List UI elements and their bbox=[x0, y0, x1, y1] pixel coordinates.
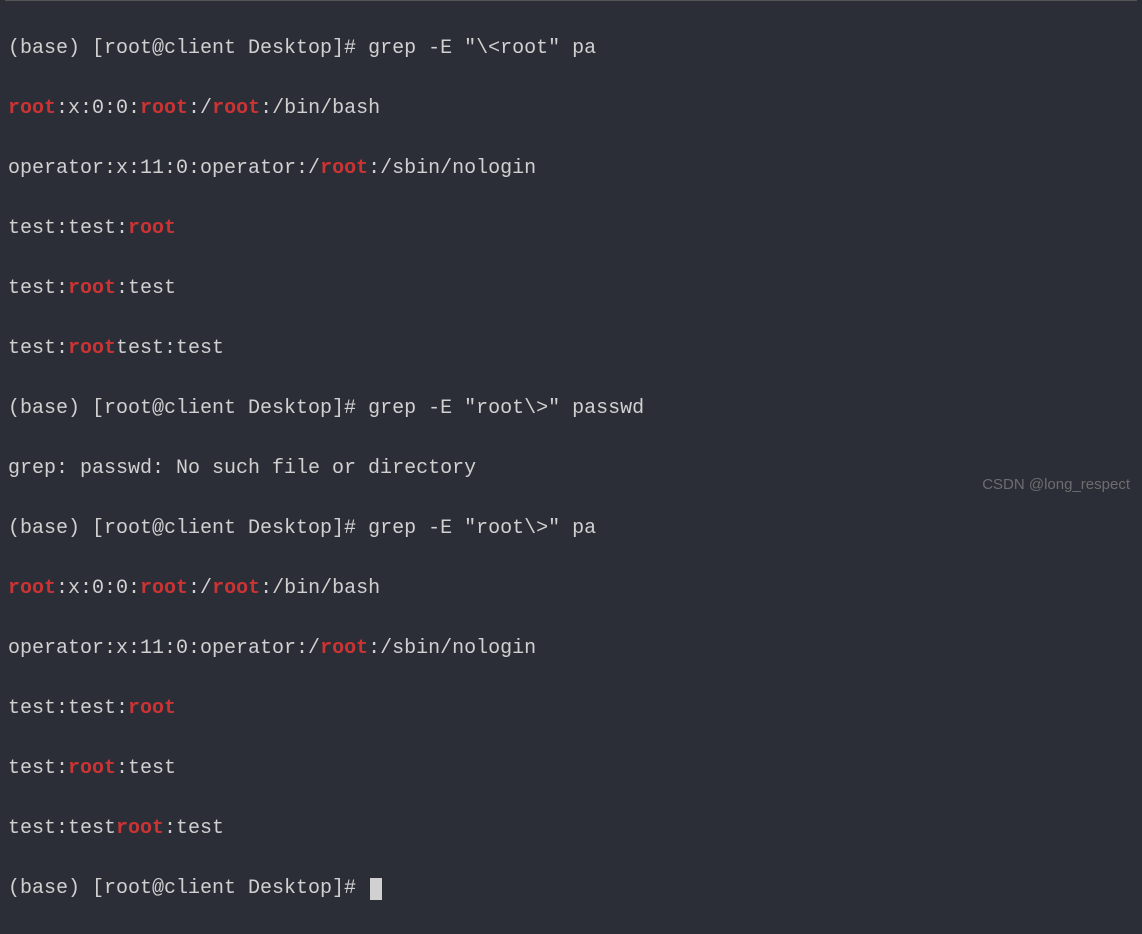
command-text: grep -E "root\>" passwd bbox=[368, 397, 644, 420]
shell-prompt: (base) [root@client Desktop]# bbox=[8, 397, 368, 420]
output-line: test:test:root bbox=[8, 214, 1134, 244]
grep-match: root bbox=[68, 277, 116, 300]
grep-match: root bbox=[212, 577, 260, 600]
command-text: grep -E "root\>" pa bbox=[368, 517, 596, 540]
grep-match: root bbox=[140, 97, 188, 120]
output-line: test:roottest:test bbox=[8, 334, 1134, 364]
output-text: :test bbox=[164, 817, 224, 840]
output-text: operator:x:11:0:operator:/ bbox=[8, 157, 320, 180]
output-text: :/ bbox=[188, 97, 212, 120]
output-text: :/bin/bash bbox=[260, 577, 380, 600]
output-line: test:test:root bbox=[8, 694, 1134, 724]
output-line: test:root:test bbox=[8, 754, 1134, 784]
output-text: :/sbin/nologin bbox=[368, 157, 536, 180]
grep-match: root bbox=[320, 157, 368, 180]
watermark-text: CSDN @long_respect bbox=[982, 474, 1130, 497]
shell-prompt: (base) [root@client Desktop]# bbox=[8, 37, 368, 60]
grep-match: root bbox=[8, 577, 56, 600]
cursor-icon bbox=[370, 878, 382, 900]
error-text: grep: passwd: No such file or directory bbox=[8, 457, 476, 480]
output-text: :/sbin/nologin bbox=[368, 637, 536, 660]
command-line: (base) [root@client Desktop]# bbox=[8, 874, 1134, 904]
grep-match: root bbox=[320, 637, 368, 660]
grep-match: root bbox=[116, 817, 164, 840]
output-text: test:test: bbox=[8, 697, 128, 720]
output-line: operator:x:11:0:operator:/root:/sbin/nol… bbox=[8, 634, 1134, 664]
output-text: test:test bbox=[116, 337, 224, 360]
output-text: operator:x:11:0:operator:/ bbox=[8, 637, 320, 660]
output-line: operator:x:11:0:operator:/root:/sbin/nol… bbox=[8, 154, 1134, 184]
grep-match: root bbox=[128, 217, 176, 240]
grep-match: root bbox=[140, 577, 188, 600]
command-line: (base) [root@client Desktop]# grep -E "r… bbox=[8, 394, 1134, 424]
command-line: (base) [root@client Desktop]# grep -E "r… bbox=[8, 514, 1134, 544]
shell-prompt: (base) [root@client Desktop]# bbox=[8, 877, 368, 900]
output-text: test:test bbox=[8, 817, 116, 840]
output-line: test:root:test bbox=[8, 274, 1134, 304]
output-text: test: bbox=[8, 757, 68, 780]
error-line: grep: passwd: No such file or directory bbox=[8, 454, 1134, 484]
grep-match: root bbox=[212, 97, 260, 120]
output-line: root:x:0:0:root:/root:/bin/bash bbox=[8, 94, 1134, 124]
terminal-output[interactable]: (base) [root@client Desktop]# grep -E "\… bbox=[8, 4, 1134, 934]
output-text: :/bin/bash bbox=[260, 97, 380, 120]
grep-match: root bbox=[68, 337, 116, 360]
command-text: grep -E "\<root" pa bbox=[368, 37, 596, 60]
grep-match: root bbox=[68, 757, 116, 780]
output-line: test:testroot:test bbox=[8, 814, 1134, 844]
output-line: root:x:0:0:root:/root:/bin/bash bbox=[8, 574, 1134, 604]
output-text: :x:0:0: bbox=[56, 577, 140, 600]
command-line: (base) [root@client Desktop]# grep -E "\… bbox=[8, 34, 1134, 64]
grep-match: root bbox=[8, 97, 56, 120]
output-text: test: bbox=[8, 277, 68, 300]
top-border bbox=[5, 0, 1137, 1]
output-text: :x:0:0: bbox=[56, 97, 140, 120]
grep-match: root bbox=[128, 697, 176, 720]
output-text: test:test: bbox=[8, 217, 128, 240]
shell-prompt: (base) [root@client Desktop]# bbox=[8, 517, 368, 540]
output-text: test: bbox=[8, 337, 68, 360]
output-text: :test bbox=[116, 757, 176, 780]
output-text: :/ bbox=[188, 577, 212, 600]
output-text: :test bbox=[116, 277, 176, 300]
